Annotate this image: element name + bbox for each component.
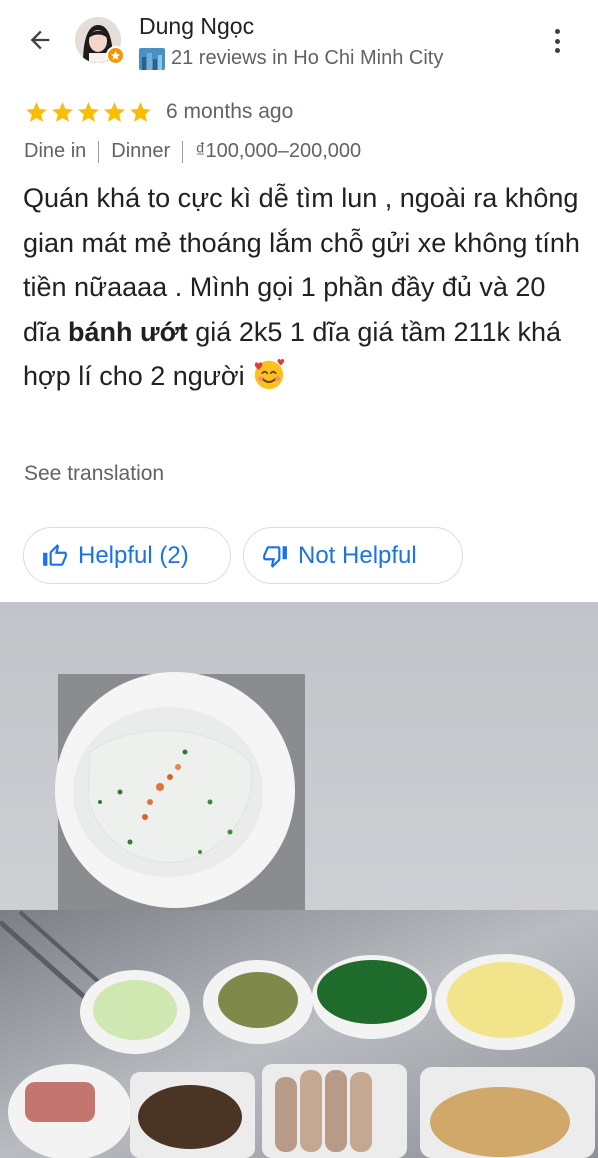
thumb-up-icon xyxy=(43,543,67,566)
more-vert-icon xyxy=(554,29,560,34)
star-rating xyxy=(24,100,153,125)
smiling-face-with-hearts-icon xyxy=(254,359,285,390)
price-range: ₫100,000–200,000 xyxy=(195,140,362,162)
divider xyxy=(98,140,100,163)
see-translation-link[interactable]: See translation xyxy=(24,462,164,486)
reviewer-stats: 21 reviews in Ho Chi Minh City xyxy=(171,47,444,69)
star-icon xyxy=(130,101,151,122)
star-icon xyxy=(52,101,73,122)
avatar[interactable] xyxy=(75,17,125,65)
star-icon xyxy=(78,101,99,122)
star-icon xyxy=(104,101,125,122)
reviewer-subtitle: 21 reviews in Ho Chi Minh City xyxy=(139,47,443,70)
rating-row: 6 months ago xyxy=(24,96,293,128)
helpful-label: Helpful (2) xyxy=(78,541,189,569)
review-photo[interactable] xyxy=(0,602,598,1158)
reviewer-name[interactable]: Dung Ngọc xyxy=(139,13,254,40)
review-text: Quán khá to cực kì dễ tìm lun , ngoài ra… xyxy=(23,176,583,399)
review-time: 6 months ago xyxy=(166,100,294,123)
more-vert-dot xyxy=(554,38,560,44)
back-button[interactable] xyxy=(22,22,58,58)
visit-details: Dine in Dinner ₫100,000–200,000 xyxy=(24,140,361,163)
cityscape-icon xyxy=(139,47,165,70)
helpful-button[interactable]: Helpful (2) xyxy=(23,527,231,584)
more-options-button[interactable] xyxy=(546,26,568,56)
not-helpful-button[interactable]: Not Helpful xyxy=(243,527,463,584)
not-helpful-label: Not Helpful xyxy=(298,541,417,569)
service-type: Dine in xyxy=(24,140,87,162)
star-icon xyxy=(26,101,47,122)
arrow-back-icon xyxy=(30,30,50,50)
divider xyxy=(182,140,184,163)
local-guide-star-icon xyxy=(106,46,125,65)
food-photo xyxy=(0,602,598,1158)
more-vert-dot xyxy=(554,48,560,53)
meal-type: Dinner xyxy=(111,140,171,162)
thumb-down-icon xyxy=(263,545,287,568)
review-header: Dung Ngọc 21 reviews in Ho Chi Minh City xyxy=(0,0,598,90)
review-text-bold: bánh ướt xyxy=(68,316,188,347)
